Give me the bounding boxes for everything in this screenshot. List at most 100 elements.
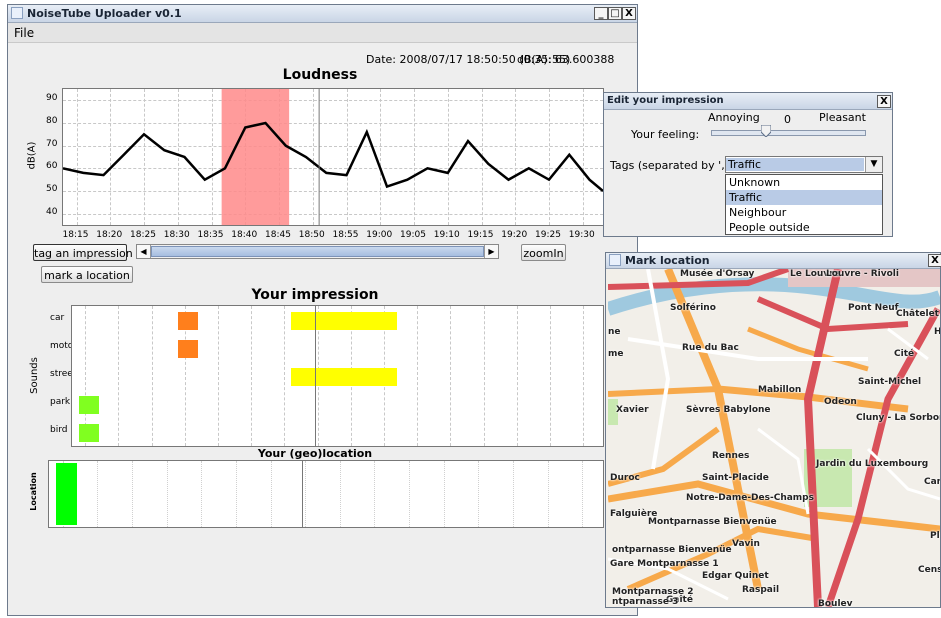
tag-option[interactable]: People outside xyxy=(726,220,882,235)
map-label: Odeon xyxy=(824,397,857,407)
edit-dialog-titlebar[interactable]: Edit your impression X xyxy=(604,93,892,110)
grid-line-v xyxy=(417,306,419,446)
impression-bar[interactable] xyxy=(178,312,199,330)
tag-option[interactable]: Unknown xyxy=(726,175,882,190)
category-label: bird xyxy=(50,425,68,435)
feeling-slider-track[interactable] xyxy=(711,130,866,136)
map-view[interactable]: Musée d'Orsay Le Louvre Louvre - Rivoli Sol… xyxy=(608,269,940,607)
y-tick-label: 60 xyxy=(46,161,58,172)
map-label: Rennes xyxy=(712,451,750,461)
map-label: Solférino xyxy=(670,303,716,313)
tag-option[interactable]: Neighbour xyxy=(726,205,882,220)
grid-line-v xyxy=(583,306,585,446)
impression-bar[interactable] xyxy=(178,340,199,358)
map-label: Musée d'Orsay xyxy=(680,269,755,279)
feeling-label: Your feeling: xyxy=(631,128,700,141)
maximize-button[interactable]: □ xyxy=(608,7,622,20)
impression-title: Your impression xyxy=(251,287,379,303)
feeling-slider-thumb[interactable] xyxy=(760,124,772,138)
grid-line-v xyxy=(305,461,307,527)
map-close-button[interactable]: X xyxy=(928,254,941,267)
grid-line-v xyxy=(151,306,153,446)
map-window-title: Mark location xyxy=(625,254,710,267)
impression-plot[interactable] xyxy=(71,305,604,447)
map-label: Edgar Quinet xyxy=(702,571,769,581)
map-label: Censi xyxy=(918,565,940,575)
map-label: Cité xyxy=(894,349,915,359)
close-button[interactable]: X xyxy=(622,7,636,20)
x-tick-label: 18:30 xyxy=(163,230,190,240)
grid-line-v xyxy=(549,306,551,446)
map-label: Card xyxy=(924,477,940,487)
grid-line-v xyxy=(270,461,272,527)
map-label: Pont Neuf xyxy=(848,303,899,313)
geolocation-plot[interactable] xyxy=(48,460,604,528)
scroll-thumb[interactable] xyxy=(151,246,484,257)
map-titlebar[interactable]: Mark location X xyxy=(606,253,941,269)
x-tick-label: 19:15 xyxy=(467,230,494,240)
tags-dropdown-list: Unknown Traffic Neighbour People outside xyxy=(725,174,883,235)
x-tick-label: 18:15 xyxy=(62,230,89,240)
y-tick-label: 80 xyxy=(46,116,58,126)
loudness-title: Loudness xyxy=(282,67,358,83)
grid-line-v xyxy=(118,306,120,446)
impression-bar[interactable] xyxy=(78,424,99,442)
menu-bar: File xyxy=(8,23,637,43)
grid-line-v xyxy=(166,461,168,527)
y-tick-label: 50 xyxy=(46,184,58,194)
java-icon xyxy=(609,254,621,266)
scroll-right-arrow[interactable]: ▶ xyxy=(484,245,498,258)
tags-combobox[interactable]: Traffic ▼ xyxy=(725,156,883,173)
x-tick-label: 19:10 xyxy=(433,230,460,240)
x-tick-label: 18:45 xyxy=(265,230,291,240)
tag-option[interactable]: Traffic xyxy=(726,190,882,205)
map-label: Xavier xyxy=(616,405,649,415)
java-icon xyxy=(11,7,23,19)
time-cursor xyxy=(302,461,303,527)
annoying-label: Annoying xyxy=(708,111,760,124)
grid-line-v xyxy=(450,306,452,446)
map-label: Jardin du Luxembourg xyxy=(816,459,929,469)
x-tick-label: 18:40 xyxy=(231,230,258,240)
category-label: car xyxy=(50,313,65,323)
x-tick-label: 19:25 xyxy=(535,230,561,240)
map-label: ne xyxy=(608,327,621,337)
window-title: NoiseTube Uploader v0.1 xyxy=(27,7,182,20)
impression-bar[interactable] xyxy=(291,368,398,386)
grid-line-v xyxy=(235,461,237,527)
geolocation-title: Your (geo)location xyxy=(257,447,373,460)
x-tick-label: 18:50 xyxy=(298,230,325,240)
tags-value[interactable]: Traffic xyxy=(726,158,864,171)
scroll-left-arrow[interactable]: ◀ xyxy=(137,245,151,258)
loudness-ylabel: dB(A) xyxy=(26,141,38,170)
mark-location-button[interactable]: mark a location xyxy=(41,266,133,283)
minimize-button[interactable]: _ xyxy=(594,7,608,20)
map-label: Notre-Dame-Des-Champs xyxy=(686,493,814,503)
loudness-plot[interactable] xyxy=(62,88,604,226)
grid-line-v xyxy=(483,306,485,446)
combo-arrow-button[interactable]: ▼ xyxy=(865,157,882,172)
horizontal-scrollbar[interactable]: ◀ ▶ xyxy=(136,244,499,259)
x-tick-label: 19:30 xyxy=(568,230,595,240)
map-label: Gare Montparnasse 1 xyxy=(610,559,719,569)
grid-line-v xyxy=(97,461,99,527)
map-label: Boulev xyxy=(818,599,853,607)
grid-line-v xyxy=(547,461,549,527)
main-titlebar[interactable]: NoiseTube Uploader v0.1 _ □ X xyxy=(8,5,637,23)
x-tick-label: 18:25 xyxy=(130,230,156,240)
grid-line-v xyxy=(132,461,134,527)
map-label: Rue du Bac xyxy=(682,343,739,353)
x-tick-label: 18:55 xyxy=(332,230,359,240)
menu-file[interactable]: File xyxy=(14,26,34,40)
x-tick-label: 19:20 xyxy=(501,230,528,240)
location-bar[interactable] xyxy=(55,463,77,525)
grid-line-v xyxy=(339,461,341,527)
x-tick-label: 19:00 xyxy=(366,230,393,240)
map-label: Louvre - Rivoli xyxy=(826,269,899,279)
edit-dialog-close-button[interactable]: X xyxy=(877,95,891,108)
y-tick-label: 90 xyxy=(46,93,58,104)
impression-bar[interactable] xyxy=(291,312,398,330)
zoom-in-button[interactable]: zoomIn xyxy=(521,244,566,261)
impression-bar[interactable] xyxy=(78,396,99,414)
tag-impression-button[interactable]: tag an impression xyxy=(33,244,133,261)
